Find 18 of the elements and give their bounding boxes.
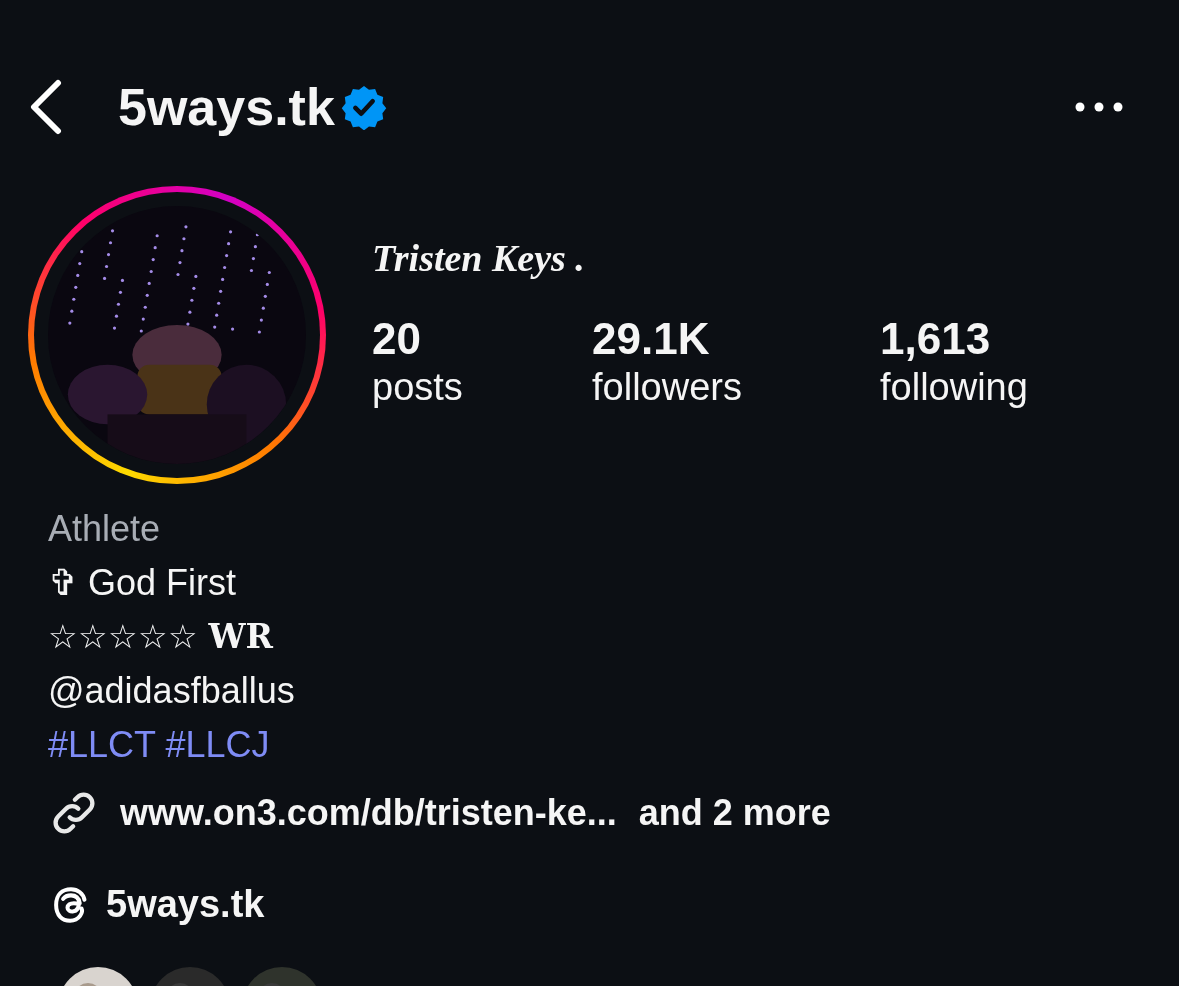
bio-line: ☆☆☆☆☆ WR <box>48 616 274 658</box>
stat-count: 20 <box>372 313 422 365</box>
stat-label[interactable]: followers <box>592 365 880 409</box>
display-name: Tristen Keys . <box>372 236 586 281</box>
category-label: Athlete <box>48 507 162 551</box>
external-link[interactable]: www.on3.com/db/tristen-ke... <box>120 786 617 840</box>
stat-label[interactable]: following <box>880 365 1080 409</box>
back-icon[interactable] <box>28 79 62 135</box>
threads-handle[interactable]: 5ways.tk <box>106 876 265 933</box>
stat-count: 29.1K <box>592 313 711 365</box>
stat-label[interactable]: posts <box>372 365 592 409</box>
hashtag-links[interactable]: #LLCT #LLCJ <box>48 718 1179 772</box>
bio-line: ✞ God First <box>48 561 238 605</box>
username-title: 5ways.tk <box>118 77 335 138</box>
more-options-icon[interactable] <box>1075 102 1123 112</box>
more-links[interactable]: and 2 more <box>638 786 831 840</box>
bio-line: @adidasfballus <box>48 669 296 713</box>
stat-count: 1,613 <box>880 313 992 365</box>
